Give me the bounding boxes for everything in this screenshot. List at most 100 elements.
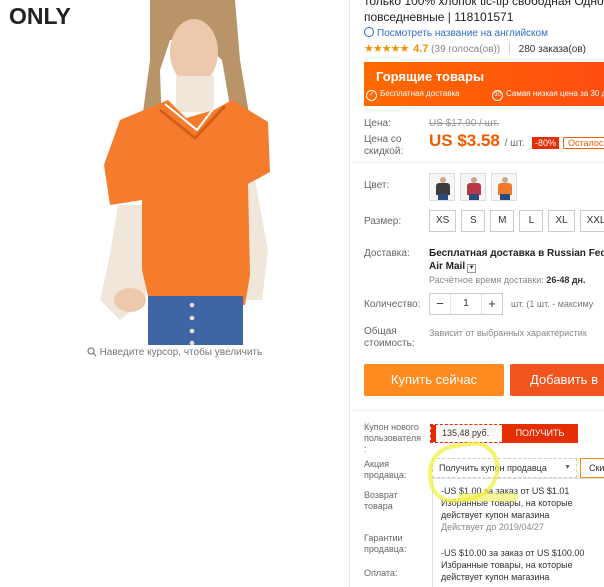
quantity-increase-button[interactable]: + — [482, 294, 502, 314]
free-shipping-text: Бесплатная доставка — [380, 89, 460, 98]
coupon-option[interactable]: -US $10.00 за заказ от US $100.00 Избран… — [433, 533, 604, 583]
add-to-cart-button[interactable]: Добавить в — [510, 364, 604, 396]
product-photo[interactable] — [0, 0, 349, 345]
shipping-method[interactable]: Бесплатная доставка в Russian Feder Air … — [429, 247, 604, 273]
quantity-input[interactable]: 1 — [450, 294, 482, 314]
zoom-hint-text: Наведите курсор, чтобы увеличить — [99, 347, 263, 358]
coupon-option-line1: -US $10.00 за заказ от US $100.00 — [441, 548, 585, 558]
get-coupon-button[interactable]: ПОЛУЧИТЬ — [502, 424, 578, 443]
quantity-stepper: − 1 + — [429, 293, 503, 315]
color-swatch-red[interactable] — [460, 173, 486, 201]
shipping-method-line1: Бесплатная доставка в Russian Feder — [429, 248, 604, 259]
size-option[interactable]: XL — [548, 210, 575, 232]
discount-badge: -80% — [532, 137, 560, 149]
total-note: Зависит от выбранных характеристик — [429, 328, 587, 338]
coupon-option-date: Действует до 2019/04/27 — [441, 522, 544, 532]
hot-deals-banner[interactable]: Горящие товары ✓ Бесплатная доставка 30 Са… — [364, 62, 604, 106]
color-swatches — [429, 173, 517, 201]
rating-stars-icon: ★★★★★ — [364, 43, 409, 55]
rating-votes-link[interactable]: (39 голоса(ов)) — [431, 44, 500, 55]
delivery-time-value: 26-48 дн. — [546, 275, 586, 285]
chevron-down-icon: ▼ — [564, 464, 571, 471]
size-option[interactable]: XXL — [579, 210, 604, 232]
lowest-price-feature: 30 Самая низкая цена за 30 дн — [492, 89, 604, 101]
free-shipping-feature: ✓ Бесплатная доставка — [366, 89, 460, 101]
hot-deals-title: Горящие товары — [376, 69, 485, 84]
search-icon — [87, 347, 97, 357]
color-label: Цвет: — [364, 180, 390, 191]
size-option[interactable]: L — [519, 210, 544, 232]
delivery-time: Расчётное время доставки: 26-48 дн. — [429, 275, 585, 285]
translate-title-link[interactable]: Посмотреть название на английском — [364, 27, 548, 39]
seller-coupon-dropdown-label: Получить купон продавца — [439, 463, 547, 473]
shipping-label: Доставка: — [364, 248, 410, 259]
coupon-option-line3: действует купон магазина — [441, 572, 550, 582]
chevron-down-icon[interactable]: ▼ — [467, 264, 477, 273]
product-title-line1: только 100% хлопок tic-tip свободная Одн… — [364, 0, 604, 8]
brand-logo: ONLY — [9, 3, 71, 29]
color-swatch-orange[interactable] — [491, 173, 517, 201]
discount-price-label: Цена со скидкой: — [364, 134, 403, 158]
coupon-amount: 135,48 руб. — [430, 424, 502, 443]
coupon-option-line3: действует купон магазина — [441, 510, 550, 520]
seller-coupon-list: -US $1.00 за заказ от US $1.01 Избранные… — [432, 478, 604, 587]
lowest-price-text: Самая низкая цена за 30 дн — [506, 89, 604, 98]
size-option[interactable]: XS — [429, 210, 457, 232]
seller-discount-tag[interactable]: Ски — [580, 458, 604, 478]
truck-icon: ✓ — [366, 90, 377, 101]
coupon-option-line2: Избранные товары, на которые — [441, 560, 573, 570]
zoom-hint: Наведите курсор, чтобы увеличить — [0, 347, 349, 358]
size-label: Размер: — [364, 216, 402, 227]
divider — [350, 162, 604, 163]
product-title-line2: повседневные | 118101571 — [364, 10, 514, 24]
rating-score: 4.7 — [413, 43, 429, 55]
new-user-coupon-label: Купон нового пользователя : — [364, 422, 421, 455]
buy-now-button[interactable]: Купить сейчас — [364, 364, 504, 396]
color-swatch-dark[interactable] — [429, 173, 455, 201]
price-unit: / шт. — [504, 138, 525, 149]
divider — [350, 410, 604, 411]
discount-price-value: US $3.58 — [429, 131, 500, 150]
shipping-method-line2: Air Mail — [429, 261, 466, 272]
total-label: Общая стоимость: — [364, 326, 415, 350]
return-label-line2: товара — [364, 501, 393, 511]
warranty-label: Гарантии продавца: — [364, 533, 406, 555]
original-price: US $17.90 / шт. — [429, 118, 499, 129]
return-label-line1: Возврат — [364, 490, 398, 500]
size-options: XS S M L XL XXL — [429, 210, 604, 232]
time-remaining-badge: Осталось — [563, 137, 604, 149]
rating-separator — [508, 43, 510, 53]
payment-label: Оплата: — [364, 568, 398, 578]
quantity-note: шт. (1 шт. - максиму — [511, 299, 594, 309]
warranty-label-line2: продавца: — [364, 544, 407, 554]
discount-price-label-line2: скидкой: — [364, 146, 404, 157]
coupon-option-line2: Избранные товары, на которые — [441, 498, 573, 508]
seller-promo-label: Акция продавца: — [364, 459, 406, 481]
discount-price: US $3.58 / шт. — [429, 131, 524, 151]
coupon-option[interactable]: -US $1.00 за заказ от US $1.01 Избранные… — [433, 479, 604, 533]
return-label: Возврат товара — [364, 490, 398, 512]
price-label: Цена: — [364, 118, 391, 129]
quantity-label: Количество: — [364, 299, 421, 310]
delivery-time-label: Расчётное время доставки: — [429, 275, 544, 285]
total-label-line1: Общая — [364, 326, 397, 337]
product-image-pane[interactable]: ONLY — [0, 0, 349, 345]
orders-count: 280 заказа(ов) — [518, 44, 587, 55]
seller-coupon-dropdown[interactable]: Получить купон продавца ▼ — [432, 458, 577, 478]
globe-icon — [364, 27, 374, 37]
days-badge-icon: 30 — [492, 90, 503, 101]
size-option[interactable]: M — [490, 210, 515, 232]
rating-row: ★★★★★ 4.7 (39 голоса(ов)) 280 заказа(ов) — [364, 42, 586, 55]
product-info-pane: только 100% хлопок tic-tip свободная Одн… — [350, 0, 604, 587]
size-option[interactable]: S — [461, 210, 486, 232]
new-user-coupon-label-line3: : — [364, 444, 367, 454]
discount-price-label-line1: Цена со — [364, 134, 402, 145]
translate-link-text: Посмотреть название на английском — [377, 28, 548, 39]
coupon-option-line1: -US $1.00 за заказ от US $1.01 — [441, 486, 570, 496]
quantity-decrease-button[interactable]: − — [430, 294, 450, 314]
product-title: только 100% хлопок tic-tip свободная Одн… — [364, 0, 604, 25]
seller-promo-label-line2: продавца: — [364, 470, 407, 480]
new-user-coupon-label-line2: пользователя — [364, 433, 421, 443]
new-user-coupon-label-line1: Купон нового — [364, 422, 419, 432]
seller-promo-label-line1: Акция — [364, 459, 389, 469]
